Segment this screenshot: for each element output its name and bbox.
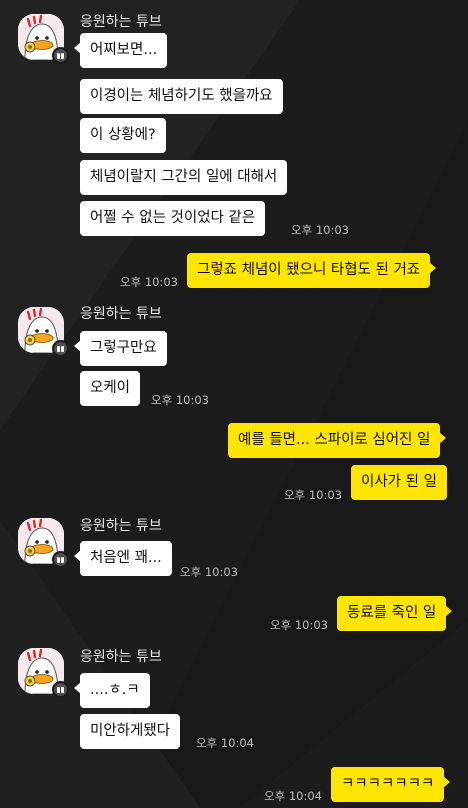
message-timestamp: 오후 10:03 [151, 393, 209, 407]
outgoing-message[interactable]: 동료를 죽인 일 [337, 596, 453, 631]
incoming-message[interactable]: 미안하게됐다 [80, 714, 181, 749]
message-timestamp: 오후 10:03 [284, 488, 342, 502]
sender-name: 응원하는 튜브 [80, 518, 162, 534]
sender-avatar[interactable] [18, 14, 69, 64]
incoming-message[interactable]: 이 상황에? [80, 118, 166, 153]
message-timestamp: 오후 10:03 [120, 275, 178, 289]
message-timestamp: 오후 10:04 [264, 789, 322, 803]
chat-message-list[interactable]: 응원하는 튜브 어찌보면... 이경이는 체념하기도 했을까요 이 상황에? 체… [0, 0, 468, 808]
message-timestamp: 오후 10:03 [180, 565, 238, 579]
outgoing-message[interactable]: 그렇죠 체념이 됐으니 타협도 된 거죠 [187, 253, 437, 288]
incoming-message[interactable]: 오케이 [80, 371, 141, 406]
outgoing-message[interactable]: ㅋㅋㅋㅋㅋㅋㅋ [331, 767, 451, 802]
message-timestamp: 오후 10:03 [291, 223, 349, 237]
outgoing-message[interactable]: 예를 들면... 스파이로 심어진 일 [228, 423, 447, 458]
incoming-message[interactable]: 어찌보면... [73, 33, 168, 68]
pause-badge-icon [52, 47, 69, 64]
incoming-message[interactable]: 처음엔 꽤... [74, 541, 172, 576]
sender-avatar[interactable] [18, 648, 69, 698]
pause-badge-icon [52, 551, 69, 568]
message-timestamp: 오후 10:03 [270, 618, 328, 632]
pause-badge-icon [52, 340, 69, 357]
sender-name: 응원하는 튜브 [80, 14, 162, 30]
sender-name: 응원하는 튜브 [80, 306, 162, 322]
pause-badge-icon [52, 681, 69, 698]
message-timestamp: 오후 10:04 [196, 736, 254, 750]
incoming-message[interactable]: 체념이랄지 그간의 일에 대해서 [80, 160, 288, 195]
incoming-message[interactable]: 어쩔 수 없는 것이었다 같은 [80, 201, 266, 236]
sender-avatar[interactable] [18, 307, 69, 357]
sender-name: 응원하는 튜브 [80, 649, 162, 665]
sender-avatar[interactable] [18, 518, 69, 568]
incoming-message[interactable]: ....ㅎ.ㅋ [74, 673, 150, 708]
outgoing-message[interactable]: 이사가 된 일 [351, 465, 447, 500]
incoming-message[interactable]: 그렇구만요 [74, 331, 167, 366]
incoming-message[interactable]: 이경이는 체념하기도 했을까요 [80, 79, 283, 114]
